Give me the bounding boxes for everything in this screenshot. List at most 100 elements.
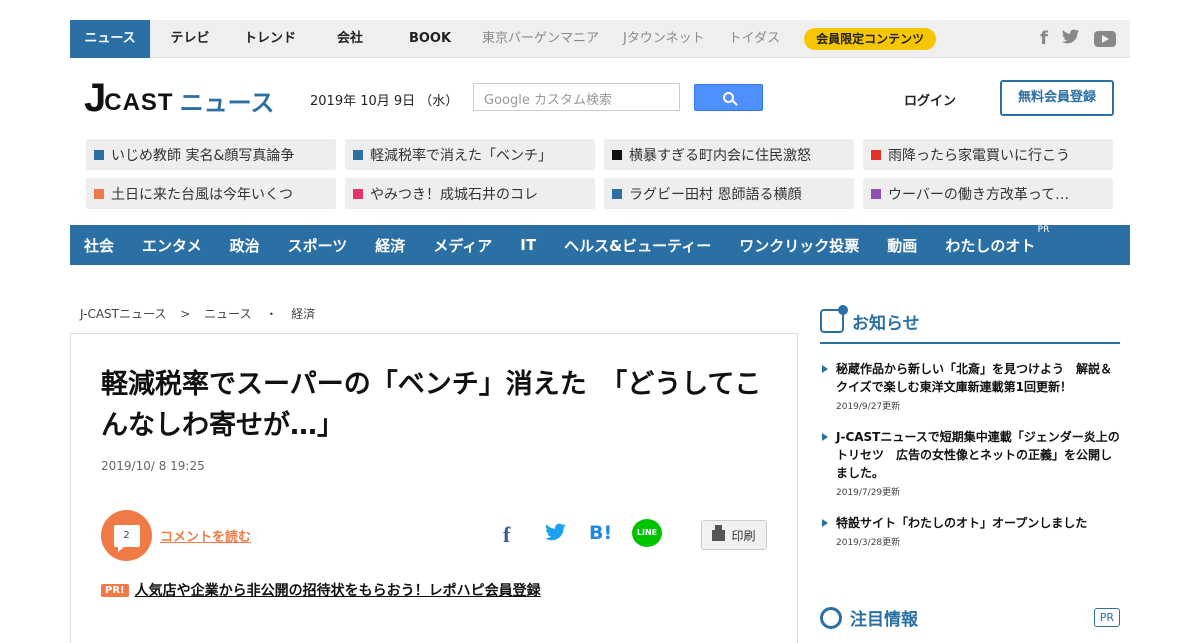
category-label: ヘルス&ビューティー [564, 236, 712, 255]
twitter-share-icon[interactable] [545, 522, 567, 546]
category-nav: 社会 エンタメ 政治 スポーツ 経済 メディア IT ヘルス&ビューティー ワンクリック投票 動画… [70, 225, 1130, 265]
trending-square-icon [353, 149, 363, 160]
trending-square-icon [94, 188, 104, 199]
topnav-trend[interactable]: トレンド [230, 20, 310, 58]
pr-badge: PR! [101, 583, 129, 597]
category-8[interactable]: ワンクリック投票 [739, 235, 859, 256]
topnav-book[interactable]: BOOK [390, 20, 470, 58]
category-label: エンタメ [142, 236, 202, 255]
youtube-icon[interactable] [1094, 30, 1116, 47]
trending-item[interactable]: ラグビー田村 恩師語る横顔 [604, 178, 854, 209]
member-content-button[interactable]: 会員限定コンテンツ [804, 27, 937, 50]
print-label: 印刷 [731, 528, 756, 543]
topnav-toidasu[interactable]: トイダス [717, 20, 792, 58]
trending-label: ウーバーの働き方改革って… [888, 186, 1070, 203]
category-label: わたしのオト [945, 236, 1036, 255]
topnav-news[interactable]: ニュース [70, 19, 150, 58]
facebook-share-icon[interactable]: f [503, 522, 510, 548]
notice-date: 2019/3/28更新 [836, 538, 901, 548]
pr-link[interactable]: 人気店や企業から非公開の招待状をもらおう！レポハピ会員登録 [135, 580, 541, 600]
notice-date: 2019/7/29更新 [836, 488, 901, 498]
trending-item[interactable]: ウーバーの働き方改革って… [863, 178, 1113, 209]
print-button[interactable]: 印刷 [701, 520, 767, 550]
trending-item[interactable]: いじめ教師 実名&顔写真論争 [86, 139, 336, 170]
current-date: 2019年 10月 9日 （水） [310, 94, 459, 109]
trending-label: 軽減税率で消えた「ベンチ」 [370, 147, 552, 164]
trending-square-icon [94, 149, 104, 160]
search-input[interactable]: Google カスタム検索 [473, 83, 680, 111]
trending-item[interactable]: 雨降ったら家電買いに行こう [863, 139, 1113, 170]
logo-news: ニュース [179, 89, 275, 117]
trending-label: 土日に来た台風は今年いくつ [111, 186, 293, 203]
category-4[interactable]: 経済 [375, 235, 405, 256]
trending-square-icon [612, 149, 622, 160]
category-10[interactable]: わたしのオト PR [945, 225, 1049, 256]
category-0[interactable]: 社会 [84, 235, 114, 256]
trending-topics: いじめ教師 実名&顔写真論争 軽減税率で消えた「ベンチ」 横暴すぎる町内会に住民激怒… [70, 139, 1130, 209]
pr-badge: PR [1093, 608, 1120, 627]
topnav-company[interactable]: 会社 [310, 20, 390, 58]
register-button[interactable]: 無料会員登録 [1000, 80, 1114, 116]
article-date: 2019/10/ 8 19:25 [101, 459, 205, 473]
trending-label: ラグビー田村 恩師語る横顔 [629, 186, 802, 203]
login-link[interactable]: ログイン [904, 90, 956, 109]
category-7[interactable]: ヘルス&ビューティー [564, 235, 711, 256]
attention-title: 注目情報 [850, 610, 918, 630]
category-1[interactable]: エンタメ [142, 235, 202, 256]
twitter-icon[interactable] [1062, 28, 1080, 49]
comment-button[interactable]: 2 [101, 510, 152, 561]
logo-j: J [84, 76, 107, 120]
trending-item[interactable]: 土日に来た台風は今年いくつ [86, 178, 336, 209]
notice-text: 特設サイト「わたしのオト」オープンしました [836, 516, 1088, 530]
trending-item[interactable]: やみつき！成城石井のコレ [345, 178, 595, 209]
notice-item[interactable]: 特設サイト「わたしのオト」オープンしました 2019/3/28更新 [820, 514, 1120, 548]
category-label: メディア [433, 236, 493, 255]
notice-date: 2019/9/27更新 [836, 402, 901, 412]
topnav-jtown[interactable]: Jタウンネット [611, 20, 717, 58]
category-label: ワンクリック投票 [739, 236, 860, 255]
notice-item[interactable]: 秘蔵作品から新しい「北斎」を見つけよう 解説＆クイズで楽しむ東洋文庫新連載第1回… [820, 360, 1120, 412]
line-share-icon[interactable]: LINE [632, 519, 662, 547]
pr-promo: PR! 人気店や企業から非公開の招待状をもらおう！レポハピ会員登録 [101, 580, 541, 600]
trending-square-icon [871, 188, 881, 199]
breadcrumb-economy[interactable]: 経済 [291, 307, 315, 321]
trending-item[interactable]: 横暴すぎる町内会に住民激怒 [604, 139, 854, 170]
category-label: 動画 [887, 236, 918, 255]
topnav-tv[interactable]: テレビ [150, 20, 230, 58]
trending-square-icon [353, 188, 363, 199]
category-label: IT [520, 236, 537, 254]
breadcrumb-home[interactable]: J-CASTニュース [80, 307, 166, 321]
category-9[interactable]: 動画 [887, 235, 917, 256]
facebook-icon[interactable]: f [1040, 28, 1048, 49]
logo-cast: CAST [104, 89, 174, 116]
trending-item[interactable]: 軽減税率で消えた「ベンチ」 [345, 139, 595, 170]
site-header: J CAST ニュース 2019年 10月 9日 （水） Google カスタム… [70, 70, 1130, 130]
hatena-bookmark-icon[interactable]: B! [589, 522, 612, 544]
breadcrumb-sep: > [180, 307, 191, 321]
printer-icon [712, 524, 726, 541]
trending-square-icon [871, 149, 881, 160]
category-5[interactable]: メディア [433, 235, 492, 256]
notice-icon [820, 305, 848, 333]
trending-label: やみつき！成城石井のコレ [370, 186, 538, 203]
topnav-bargain-mania[interactable]: 東京バーゲンマニア [470, 20, 611, 58]
comment-icon: 2 [113, 524, 140, 552]
category-label: 社会 [84, 236, 115, 255]
category-label: 経済 [375, 236, 406, 255]
breadcrumb-news[interactable]: ニュース [204, 307, 251, 321]
trending-label: いじめ教師 実名&顔写真論争 [111, 147, 295, 164]
read-comments-link[interactable]: コメントを読む [160, 526, 251, 545]
trending-square-icon [612, 188, 622, 199]
notice-text: 秘蔵作品から新しい「北斎」を見つけよう 解説＆クイズで楽しむ東洋文庫新連載第1回… [836, 362, 1113, 394]
target-icon [820, 606, 842, 629]
category-6[interactable]: IT [520, 236, 536, 254]
trending-label: 横暴すぎる町内会に住民激怒 [629, 147, 811, 164]
category-3[interactable]: スポーツ [288, 235, 348, 256]
sidebar: お知らせ 秘蔵作品から新しい「北斎」を見つけよう 解説＆クイズで楽しむ東洋文庫新… [820, 305, 1120, 548]
article-title: 軽減税率でスーパーの「ベンチ」消えた 「どうしてこんなしわ寄せが…」 [101, 369, 762, 441]
notice-item[interactable]: J-CASTニュースで短期集中連載「ジェンダー炎上のトリセツ 広告の女性像とネッ… [820, 428, 1120, 498]
jcast-logo[interactable]: J CAST ニュース [84, 78, 274, 118]
category-2[interactable]: 政治 [230, 235, 260, 256]
attention-header: 注目情報 PR [820, 605, 1120, 630]
search-button[interactable] [694, 84, 763, 111]
